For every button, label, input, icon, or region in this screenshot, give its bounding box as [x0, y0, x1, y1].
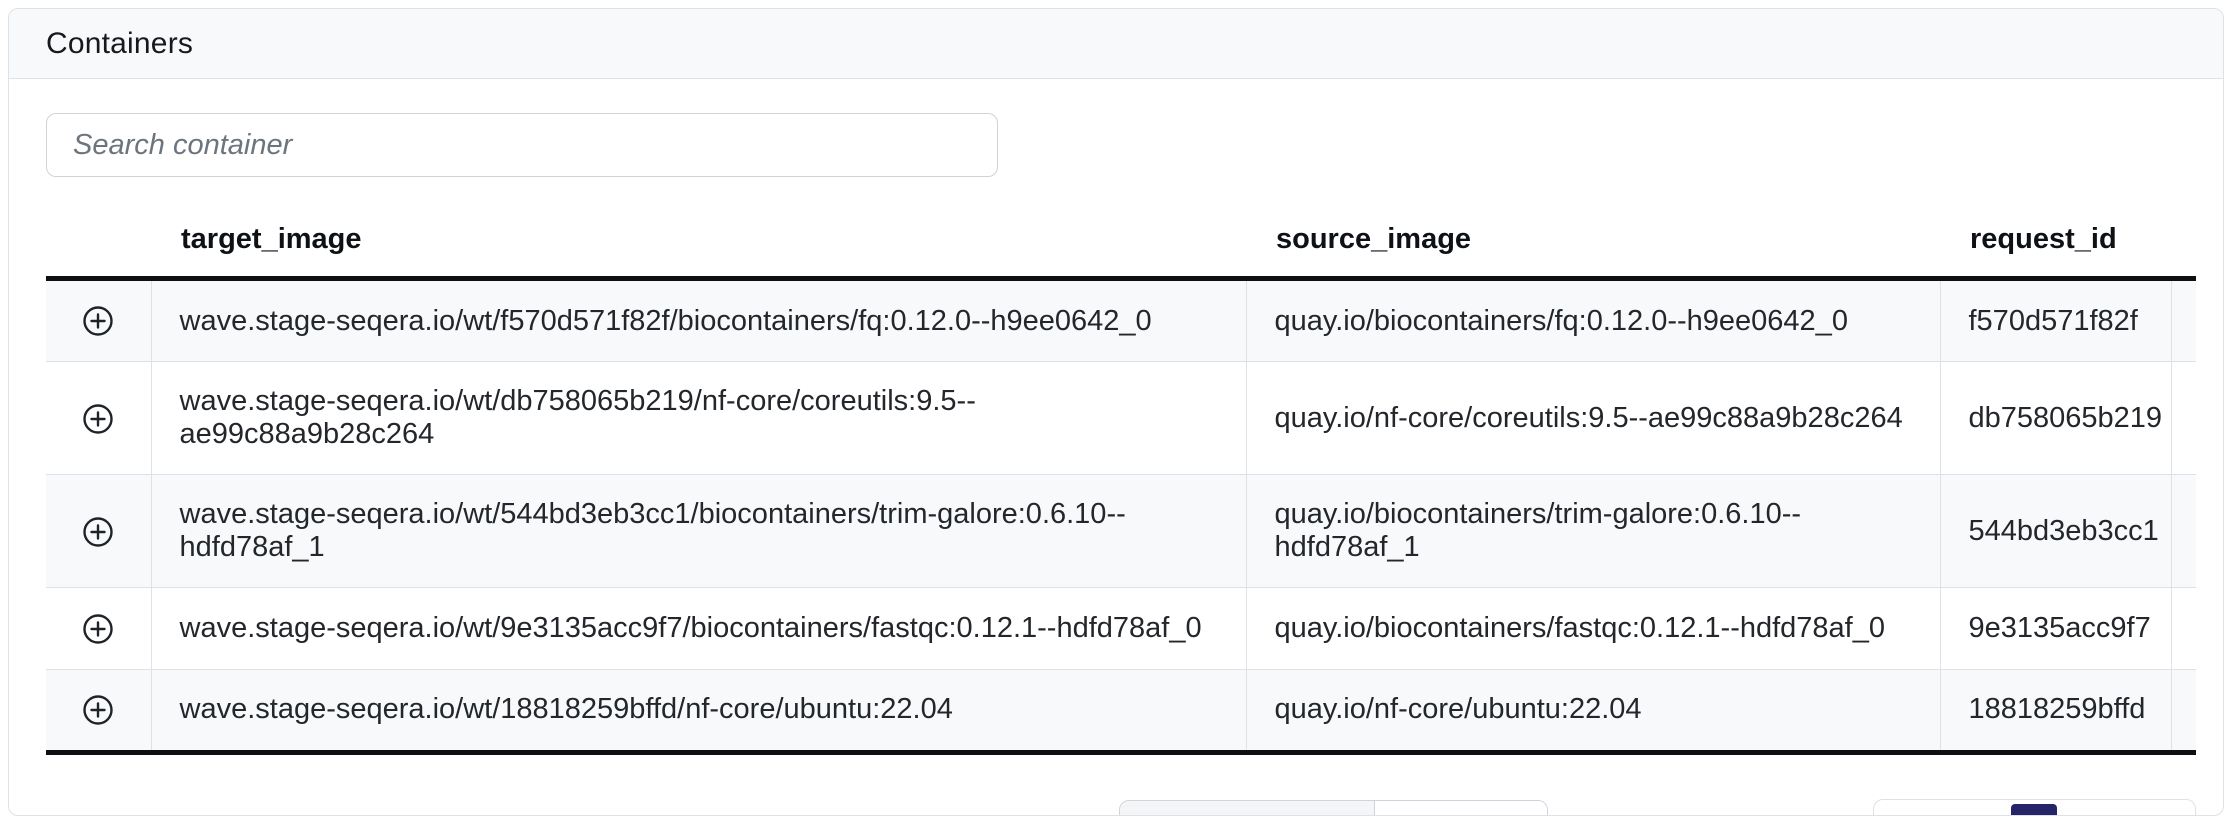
- clipped-cell: [2171, 279, 2196, 362]
- current-page-indicator[interactable]: 1: [2011, 804, 2057, 816]
- table-row: wave.stage-seqera.io/wt/db758065b219/nf-…: [46, 362, 2196, 475]
- expand-cell: [46, 588, 151, 669]
- plus-circle-icon: [81, 693, 115, 727]
- column-header-source-image: source_image: [1246, 205, 1940, 279]
- table-row: wave.stage-seqera.io/wt/f570d571f82f/bio…: [46, 279, 2196, 362]
- target-image-cell: wave.stage-seqera.io/wt/db758065b219/nf-…: [151, 362, 1246, 475]
- column-header-request-id: request_id: [1940, 205, 2171, 279]
- column-header-extra: [2171, 205, 2196, 279]
- items-per-page-select[interactable]: 10: [1375, 801, 1547, 816]
- target-image-cell: wave.stage-seqera.io/wt/9e3135acc9f7/bio…: [151, 588, 1246, 669]
- expand-row-button[interactable]: [81, 515, 115, 549]
- expand-cell: [46, 279, 151, 362]
- clipped-cell: [2171, 669, 2196, 752]
- source-image-cell: quay.io/biocontainers/trim-galore:0.6.10…: [1246, 475, 1940, 588]
- table-row: wave.stage-seqera.io/wt/9e3135acc9f7/bio…: [46, 588, 2196, 669]
- request-id-cell: db758065b219: [1940, 362, 2171, 475]
- expand-cell: [46, 475, 151, 588]
- table-footer: Items per page 10 Showing 1 – 5 of 5 Pre…: [46, 799, 2196, 816]
- plus-circle-icon: [81, 515, 115, 549]
- plus-circle-icon: [81, 304, 115, 338]
- plus-circle-icon: [81, 612, 115, 646]
- expand-row-button[interactable]: [81, 693, 115, 727]
- column-header-target-image: target_image: [151, 205, 1246, 279]
- source-image-cell: quay.io/biocontainers/fq:0.12.0--h9ee064…: [1246, 279, 1940, 362]
- expand-row-button[interactable]: [81, 304, 115, 338]
- expand-cell: [46, 669, 151, 752]
- next-page-button[interactable]: Next: [2077, 813, 2175, 816]
- items-per-page-label: Items per page: [1120, 801, 1374, 816]
- plus-circle-icon: [81, 402, 115, 436]
- expand-row-button[interactable]: [81, 402, 115, 436]
- request-id-cell: f570d571f82f: [1940, 279, 2171, 362]
- card-header: Containers: [9, 9, 2223, 79]
- card-body: target_image source_image request_id wav…: [9, 79, 2223, 816]
- clipped-cell: [2171, 475, 2196, 588]
- showing-range-text: Showing 1 – 5 of 5: [1586, 813, 1835, 816]
- prev-label: Prev: [1930, 813, 1992, 816]
- request-id-cell: 9e3135acc9f7: [1940, 588, 2171, 669]
- items-per-page-value: 10: [1417, 814, 1449, 816]
- chevron-left-icon: [1894, 815, 1918, 816]
- expand-cell: [46, 362, 151, 475]
- source-image-cell: quay.io/nf-core/coreutils:9.5--ae99c88a9…: [1246, 362, 1940, 475]
- items-per-page-group: Items per page 10: [1119, 800, 1548, 816]
- table-header: target_image source_image request_id: [46, 205, 2196, 279]
- target-image-cell: wave.stage-seqera.io/wt/f570d571f82f/bio…: [151, 279, 1246, 362]
- containers-table-wrapper: target_image source_image request_id wav…: [46, 205, 2196, 755]
- request-id-cell: 544bd3eb3cc1: [1940, 475, 2171, 588]
- prev-page-button[interactable]: Prev: [1894, 813, 1992, 816]
- table-row: wave.stage-seqera.io/wt/18818259bffd/nf-…: [46, 669, 2196, 752]
- column-header-expand: [46, 205, 151, 279]
- request-id-cell: 18818259bffd: [1940, 669, 2171, 752]
- table-row: wave.stage-seqera.io/wt/544bd3eb3cc1/bio…: [46, 475, 2196, 588]
- page-title: Containers: [46, 27, 193, 61]
- target-image-cell: wave.stage-seqera.io/wt/544bd3eb3cc1/bio…: [151, 475, 1246, 588]
- search-input[interactable]: [46, 113, 998, 177]
- clipped-cell: [2171, 588, 2196, 669]
- pagination: Prev 1 Next: [1873, 799, 2196, 816]
- containers-table: target_image source_image request_id wav…: [46, 205, 2196, 755]
- containers-card: Containers target_image source_image req…: [8, 8, 2224, 816]
- source-image-cell: quay.io/biocontainers/fastqc:0.12.1--hdf…: [1246, 588, 1940, 669]
- chevron-right-icon: [2151, 815, 2175, 816]
- table-body: wave.stage-seqera.io/wt/f570d571f82f/bio…: [46, 279, 2196, 753]
- source-image-cell: quay.io/nf-core/ubuntu:22.04: [1246, 669, 1940, 752]
- clipped-cell: [2171, 362, 2196, 475]
- expand-row-button[interactable]: [81, 612, 115, 646]
- target-image-cell: wave.stage-seqera.io/wt/18818259bffd/nf-…: [151, 669, 1246, 752]
- next-label: Next: [2077, 813, 2139, 816]
